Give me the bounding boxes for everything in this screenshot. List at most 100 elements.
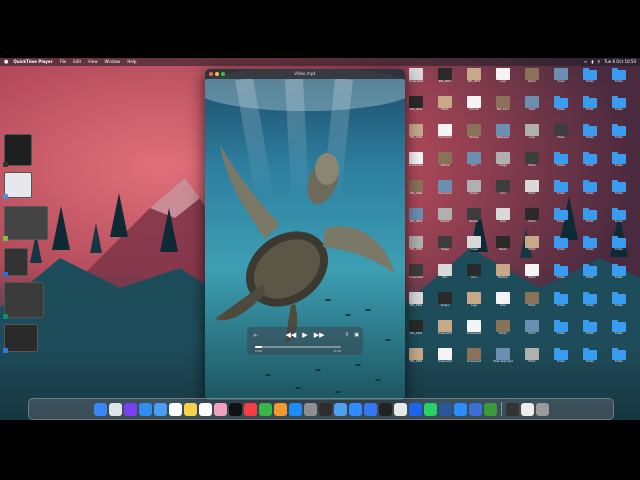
- minimize-button[interactable]: [215, 72, 219, 76]
- desktop-icon[interactable]: IMG_0350: [405, 348, 427, 374]
- desktop-icon[interactable]: Image: [492, 152, 514, 178]
- appstore-icon[interactable]: [288, 402, 302, 416]
- desktop-icon[interactable]: Screenshot: [463, 348, 485, 374]
- desktop-icon[interactable]: Icon: [463, 152, 485, 178]
- desktop-icon[interactable]: Folder: [550, 96, 572, 122]
- tv-icon[interactable]: [228, 402, 242, 416]
- desktop-icon[interactable]: Image: [463, 236, 485, 262]
- menu-app-name[interactable]: QuickTime Player: [13, 58, 52, 66]
- battery-icon[interactable]: ▮: [591, 58, 593, 66]
- pip-icon[interactable]: ▣: [354, 332, 359, 338]
- arrow-icon[interactable]: [505, 402, 519, 416]
- pen-icon[interactable]: [520, 402, 534, 416]
- desktop-icon[interactable]: Scan: [492, 208, 514, 234]
- safari-icon[interactable]: [138, 402, 152, 416]
- desktop-icon[interactable]: Screen: [463, 180, 485, 206]
- desktop-icon[interactable]: Picture: [434, 152, 456, 178]
- desktop-icon[interactable]: Folder: [579, 348, 601, 374]
- desktop-icon[interactable]: Folder: [608, 124, 630, 150]
- desktop-icon[interactable]: Folder: [608, 208, 630, 234]
- rewind-button[interactable]: ◀◀: [286, 331, 297, 339]
- desktop-icon[interactable]: Logo: [521, 124, 543, 150]
- desktop-icon[interactable]: Screenshot: [405, 264, 427, 290]
- desktop-icon[interactable]: Document: [434, 124, 456, 150]
- stage-window-2[interactable]: [3, 172, 32, 199]
- close-button[interactable]: [209, 72, 213, 76]
- desktop-icon[interactable]: Folder: [550, 152, 572, 178]
- mail-icon[interactable]: [153, 402, 167, 416]
- stage-window-5[interactable]: [3, 282, 44, 319]
- zoom-icon[interactable]: [348, 402, 362, 416]
- desktop-icon[interactable]: Mockup: [492, 264, 514, 290]
- share-icon[interactable]: ⇧: [345, 332, 349, 338]
- desktop-icon[interactable]: IMG_0041: [405, 96, 427, 122]
- desktop-icon[interactable]: Screenshot: [434, 348, 456, 374]
- desktop-icon[interactable]: IMG_0012: [434, 68, 456, 94]
- desktop-icon[interactable]: Folder: [550, 320, 572, 346]
- siri-icon[interactable]: [123, 402, 137, 416]
- desktop-icon[interactable]: Photo: [521, 264, 543, 290]
- desktop-icon[interactable]: Photo: [434, 96, 456, 122]
- word-icon[interactable]: [438, 402, 452, 416]
- wifi-icon[interactable]: ≈: [584, 58, 587, 66]
- desktop-icon[interactable]: Scan: [492, 292, 514, 318]
- vim-icon[interactable]: [483, 402, 497, 416]
- pages-icon[interactable]: [273, 402, 287, 416]
- desktop-icon[interactable]: Folder: [608, 180, 630, 206]
- desktop-icon[interactable]: Screenshot: [405, 68, 427, 94]
- desktop-icon[interactable]: IMG_0120: [405, 124, 427, 150]
- menu-edit[interactable]: Edit: [73, 58, 81, 66]
- desktop-icon[interactable]: IMG_0333: [405, 320, 427, 346]
- desktop-icon[interactable]: Poster: [521, 68, 543, 94]
- desktop-icon[interactable]: Folder: [608, 68, 630, 94]
- keynote-icon[interactable]: [363, 402, 377, 416]
- desktop-icon[interactable]: Cover: [550, 68, 572, 94]
- finder-icon[interactable]: [93, 402, 107, 416]
- desktop-icon[interactable]: Folder: [579, 208, 601, 234]
- desktop-icon[interactable]: Screenshot: [405, 152, 427, 178]
- desktop-icon[interactable]: Logo: [492, 68, 514, 94]
- desktop-icon[interactable]: Chart: [521, 96, 543, 122]
- desktop-icon[interactable]: Folder: [608, 264, 630, 290]
- window-titlebar[interactable]: Video.mp4: [205, 69, 405, 79]
- desktop-icon[interactable]: Document: [434, 180, 456, 206]
- chrome-icon[interactable]: [393, 402, 407, 416]
- desktop-icon[interactable]: IMG_0301: [405, 292, 427, 318]
- photos-icon[interactable]: [213, 402, 227, 416]
- play-button[interactable]: ▶: [302, 331, 307, 339]
- desktop-icon[interactable]: Folder: [550, 264, 572, 290]
- desktop-icon[interactable]: Artwork: [434, 208, 456, 234]
- desktop-icon[interactable]: Image: [434, 236, 456, 262]
- whatsapp-icon[interactable]: [423, 402, 437, 416]
- menu-help[interactable]: Help: [127, 58, 136, 66]
- desktop-icon[interactable]: Portrait: [463, 96, 485, 122]
- calendar-icon[interactable]: [168, 402, 182, 416]
- desktop-icon[interactable]: Movie: [492, 320, 514, 346]
- desktop-icon[interactable]: Fade Away.mp4: [492, 348, 514, 374]
- desktop-icon[interactable]: Folder: [579, 180, 601, 206]
- stage-window-1[interactable]: [3, 134, 32, 167]
- desktop-icon[interactable]: Wallpaper: [492, 124, 514, 150]
- desktop-icon[interactable]: Folder: [579, 96, 601, 122]
- desktop-icon[interactable]: Folder: [608, 320, 630, 346]
- apple-menu-icon[interactable]: ●: [4, 58, 8, 66]
- progress-bar[interactable]: [255, 346, 341, 348]
- desktop-icon[interactable]: Mockup: [463, 124, 485, 150]
- desktop-icon[interactable]: Photo: [521, 320, 543, 346]
- desktop-icon[interactable]: Folder: [550, 180, 572, 206]
- notes-icon[interactable]: [183, 402, 197, 416]
- desktop-icon[interactable]: Folder: [550, 208, 572, 234]
- desktop-icon[interactable]: Photo: [521, 292, 543, 318]
- reminders-icon[interactable]: [198, 402, 212, 416]
- desktop-icon[interactable]: Folder: [579, 292, 601, 318]
- activity-icon[interactable]: [318, 402, 332, 416]
- menu-window[interactable]: Window: [105, 58, 121, 66]
- menu-file[interactable]: File: [60, 58, 67, 66]
- preview-icon[interactable]: [333, 402, 347, 416]
- desktop-icon[interactable]: Screenshot: [463, 320, 485, 346]
- desktop-icon[interactable]: Photo: [521, 180, 543, 206]
- desktop-icon[interactable]: Folder: [579, 264, 601, 290]
- desktop-icon[interactable]: IMG_0111: [492, 96, 514, 122]
- desktop-icon[interactable]: Icon: [463, 264, 485, 290]
- desktop-icon[interactable]: Movie: [492, 236, 514, 262]
